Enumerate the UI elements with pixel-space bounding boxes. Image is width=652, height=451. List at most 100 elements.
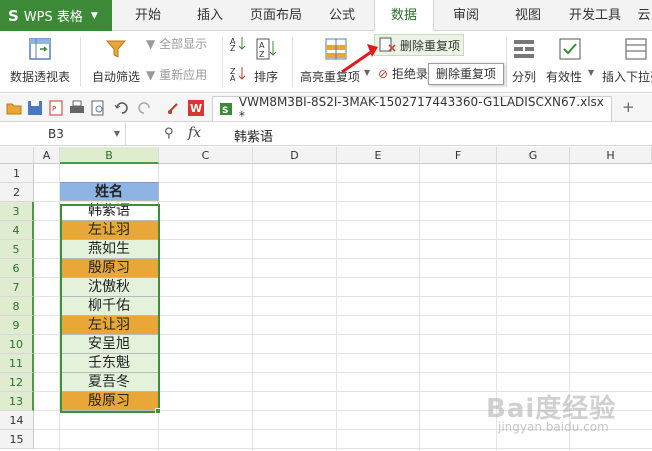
- tab-cloud[interactable]: 云: [636, 0, 652, 31]
- gridline: [419, 164, 420, 451]
- gridline: [336, 164, 337, 451]
- document-title: VWM8M3BI-8S2I-3MAK-1502717443360-G1LADIS…: [238, 95, 604, 123]
- zoom-search-icon[interactable]: ⚲: [164, 126, 174, 141]
- insert-dropdown-list-button[interactable]: 插入下拉列: [600, 33, 652, 89]
- auto-filter-button[interactable]: 自动筛选: [88, 33, 142, 89]
- format-painter-icon[interactable]: [166, 100, 182, 116]
- show-all-label: 全部显示: [159, 37, 208, 51]
- row-header-2[interactable]: 2: [0, 183, 34, 202]
- highlight-duplicates-icon: [325, 38, 347, 60]
- tab-home[interactable]: 开始: [124, 0, 172, 31]
- validity-check-icon: [559, 38, 581, 60]
- svg-text:S: S: [222, 106, 228, 116]
- filter-small-icon: ▼: [146, 68, 156, 82]
- column-header-d[interactable]: D: [253, 147, 337, 164]
- row-header-1[interactable]: 1: [0, 164, 34, 183]
- fill-handle[interactable]: [155, 408, 161, 414]
- tab-formula[interactable]: 公式: [318, 0, 366, 31]
- spreadsheet-file-icon: S: [220, 103, 232, 116]
- gridline: [34, 448, 652, 449]
- cell-b5[interactable]: 燕如生: [60, 240, 159, 259]
- pivot-table-icon: [29, 38, 51, 60]
- fx-icon[interactable]: fx: [188, 125, 201, 141]
- name-box[interactable]: B3 ▼: [0, 123, 126, 145]
- split-columns-icon: [514, 40, 534, 58]
- no-entry-icon: ⊘: [378, 67, 389, 81]
- sort-descending-icon[interactable]: Z A: [230, 65, 246, 81]
- highlight-duplicates-button[interactable]: 高亮重复项 ▼: [298, 33, 374, 89]
- print-preview-icon[interactable]: [90, 100, 106, 116]
- cell-b13[interactable]: 殷原习: [60, 392, 159, 411]
- export-pdf-icon[interactable]: P: [48, 100, 64, 116]
- show-all-button[interactable]: ▼ 全部显示: [146, 35, 207, 52]
- save-icon[interactable]: [27, 100, 43, 116]
- svg-text:A: A: [230, 74, 236, 81]
- cell-b6[interactable]: 殷原习: [60, 259, 159, 278]
- split-columns-button[interactable]: 分列: [510, 33, 540, 89]
- row-header-10[interactable]: 10: [0, 335, 34, 354]
- remove-duplicates-tooltip: 删除重复项: [428, 63, 504, 85]
- reapply-button[interactable]: ▼ 重新应用: [146, 66, 207, 83]
- row-header-12[interactable]: 12: [0, 373, 34, 392]
- highlight-duplicates-label: 高亮重复项: [300, 70, 361, 84]
- row-header-7[interactable]: 7: [0, 278, 34, 297]
- validity-label: 有效性: [546, 70, 583, 84]
- column-header-e[interactable]: E: [337, 147, 420, 164]
- cell-b9[interactable]: 左让羽: [60, 316, 159, 335]
- tab-page-layout[interactable]: 页面布局: [242, 0, 310, 31]
- tab-view[interactable]: 视图: [504, 0, 552, 31]
- tab-data[interactable]: 数据: [374, 0, 434, 32]
- cell-b12[interactable]: 夏吾冬: [60, 373, 159, 392]
- app-menu-button[interactable]: S WPS 表格 ▼: [0, 0, 112, 31]
- column-header-g[interactable]: G: [497, 147, 570, 164]
- cell-b10[interactable]: 安呈旭: [60, 335, 159, 354]
- print-icon[interactable]: [69, 100, 85, 116]
- row-header-8[interactable]: 8: [0, 297, 34, 316]
- column-header-b[interactable]: B: [60, 147, 159, 164]
- pivot-table-button[interactable]: 数据透视表: [6, 33, 76, 89]
- open-folder-icon[interactable]: [6, 100, 22, 116]
- row-header-14[interactable]: 14: [0, 411, 34, 430]
- svg-text:Z: Z: [230, 44, 236, 51]
- header-cell-name[interactable]: 姓名: [60, 182, 159, 201]
- sort-button[interactable]: A Z 排序: [252, 33, 282, 89]
- row-header-5[interactable]: 5: [0, 240, 34, 259]
- row-header-6[interactable]: 6: [0, 259, 34, 278]
- row-header-13[interactable]: 13: [0, 392, 34, 411]
- cell-b7[interactable]: 沈傲秋: [60, 278, 159, 297]
- row-header-4[interactable]: 4: [0, 221, 34, 240]
- row-header-11[interactable]: 11: [0, 354, 34, 373]
- cell-reference: B3: [48, 127, 64, 141]
- remove-duplicates-button[interactable]: 删除重复项: [374, 34, 464, 56]
- cell-b11[interactable]: 壬东魁: [60, 354, 159, 373]
- new-tab-icon[interactable]: +: [622, 98, 635, 116]
- sort-label: 排序: [254, 70, 279, 84]
- reject-duplicates-button[interactable]: ⊘ 拒绝录: [378, 65, 428, 82]
- validity-button[interactable]: 有效性 ▼: [544, 33, 596, 89]
- wps-logo-icon: S: [8, 6, 19, 25]
- column-header-a[interactable]: A: [34, 147, 60, 164]
- select-all-corner[interactable]: [0, 147, 34, 164]
- redo-icon[interactable]: [136, 100, 152, 116]
- ribbon-divider: [222, 37, 223, 87]
- undo-icon[interactable]: [114, 100, 130, 116]
- tab-insert[interactable]: 插入: [186, 0, 234, 31]
- row-header-15[interactable]: 15: [0, 430, 34, 449]
- cell-b4[interactable]: 左让羽: [60, 221, 159, 240]
- chevron-down-icon: ▼: [364, 68, 371, 77]
- column-header-f[interactable]: F: [420, 147, 497, 164]
- formula-input[interactable]: 韩紫语: [234, 126, 273, 145]
- row-header-3[interactable]: 3: [0, 202, 34, 221]
- cell-b8[interactable]: 柳千佑: [60, 297, 159, 316]
- svg-text:P: P: [52, 105, 56, 113]
- document-tab[interactable]: S VWM8M3BI-8S2I-3MAK-1502717443360-G1LAD…: [212, 95, 612, 123]
- cell-b3[interactable]: 韩紫语: [60, 202, 159, 221]
- tab-review[interactable]: 审阅: [442, 0, 490, 31]
- tab-developer[interactable]: 开发工具: [562, 0, 628, 31]
- row-header-9[interactable]: 9: [0, 316, 34, 335]
- wps-w-icon[interactable]: W: [188, 100, 204, 116]
- column-header-c[interactable]: C: [159, 147, 253, 164]
- sort-ascending-icon[interactable]: A Z: [230, 35, 246, 51]
- column-header-h[interactable]: H: [570, 147, 652, 164]
- gridline: [252, 164, 253, 451]
